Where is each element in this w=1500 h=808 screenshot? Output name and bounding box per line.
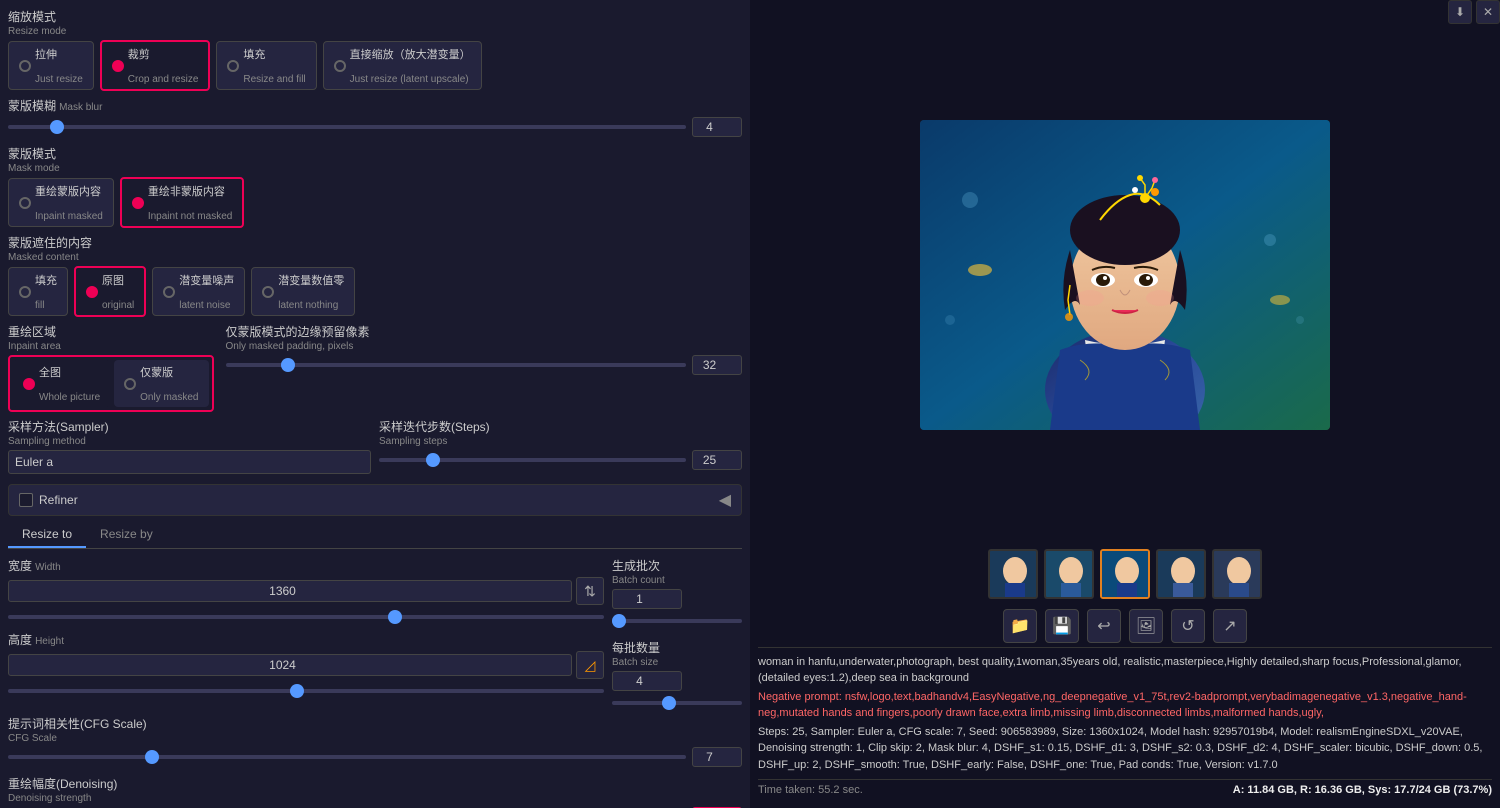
- batch-size-input[interactable]: [612, 671, 682, 691]
- tab-resize-by[interactable]: Resize by: [86, 522, 167, 548]
- width-slider[interactable]: [8, 615, 604, 619]
- resize-just-btn[interactable]: 拉伸Just resize: [8, 41, 94, 90]
- denoising-info: Denoising strength: 1, Clip skip: 2, Mas…: [758, 740, 1492, 757]
- denoising-label: 重绘幅度(Denoising) Denoising strength: [8, 775, 742, 804]
- cfg-scale-input[interactable]: [692, 747, 742, 767]
- thumb-3[interactable]: [1100, 549, 1150, 599]
- batch-count-label: 生成批次 Batch count: [612, 557, 742, 586]
- swap-wh-btn[interactable]: ⇅: [576, 577, 604, 605]
- height-label: 高度 Height: [8, 631, 604, 648]
- resize-mode-row: 拉伸Just resize 裁剪Crop and resize 填充Resize…: [8, 40, 742, 91]
- fill-radio: [19, 286, 31, 298]
- batch-size-label: 每批数量 Batch size: [612, 639, 742, 668]
- folder-icon-btn[interactable]: 📁: [1003, 609, 1037, 643]
- cfg-scale-label: 提示词相关性(CFG Scale) CFG Scale: [8, 715, 742, 744]
- mask-blur-slider[interactable]: [8, 125, 686, 129]
- mem-info: A: 11.84 GB, R: 16.36 GB, Sys: 17.7/24 G…: [1233, 784, 1492, 796]
- only-masked-radio: [124, 378, 136, 390]
- latent-noise-radio: [163, 286, 175, 298]
- resize-tabs: Resize to Resize by: [8, 522, 742, 549]
- mask-blur-label: 蒙版模糊 Mask blur: [8, 97, 742, 114]
- thumb-1[interactable]: [988, 549, 1038, 599]
- resize-latent-btn[interactable]: 直接缩放（放大潜变量）Just resize (latent upscale): [323, 41, 482, 90]
- refiner-checkbox[interactable]: [19, 493, 33, 507]
- rotate-icon-btn[interactable]: ↩: [1087, 609, 1121, 643]
- batch-count-slider[interactable]: [612, 619, 742, 623]
- image-area: [758, 8, 1492, 543]
- thumb-5[interactable]: [1212, 549, 1262, 599]
- batch-size-slider[interactable]: [612, 701, 742, 705]
- thumbnails-row: [758, 543, 1492, 605]
- cfg-scale-row: [8, 747, 742, 767]
- arrow-icon-btn[interactable]: ↗: [1213, 609, 1247, 643]
- right-panel: ⬇ ✕: [750, 0, 1500, 808]
- inpaint-not-masked-btn[interactable]: 重绘非蒙版内容Inpaint not masked: [120, 177, 245, 228]
- resize-fill-btn[interactable]: 填充Resize and fill: [216, 41, 316, 90]
- width-input[interactable]: [8, 580, 572, 602]
- original-btn[interactable]: 原图original: [74, 266, 146, 317]
- thumb-4[interactable]: [1156, 549, 1206, 599]
- latent-noise-btn[interactable]: 潜变量噪声latent noise: [152, 267, 245, 316]
- mask-blur-row: 4: [8, 117, 742, 137]
- left-panel: 缩放模式 Resize mode 拉伸Just resize 裁剪Crop an…: [0, 0, 750, 808]
- resize-just-radio: [19, 60, 31, 72]
- info-text: woman in hanfu,underwater,photograph, be…: [758, 647, 1492, 780]
- mask-mode-label: 蒙版模式 Mask mode: [8, 145, 742, 174]
- inpaint-area-box: 全图Whole picture 仅蒙版Only masked: [8, 355, 214, 412]
- only-masked-btn[interactable]: 仅蒙版Only masked: [114, 360, 208, 407]
- masked-content-row: 填充fill 原图original 潜变量噪声latent noise 潜变量数…: [8, 266, 742, 317]
- whole-picture-radio: [23, 378, 35, 390]
- inpaint-not-masked-radio: [132, 197, 144, 209]
- height-input[interactable]: [8, 654, 572, 676]
- refresh-icon-btn[interactable]: ↺: [1171, 609, 1205, 643]
- original-radio: [86, 286, 98, 298]
- latent-nothing-btn[interactable]: 潜变量数值零latent nothing: [251, 267, 355, 316]
- only-masked-padding-row: [226, 355, 743, 375]
- steps-info: Steps: 25, Sampler: Euler a, CFG scale: …: [758, 724, 1492, 741]
- image-icon-btn[interactable]: 🖼: [1129, 609, 1163, 643]
- inpaint-masked-btn[interactable]: 重绘蒙版内容Inpaint masked: [8, 178, 114, 227]
- resize-fill-radio: [227, 60, 239, 72]
- mask-blur-slider-container: [8, 119, 686, 135]
- prompt-text: woman in hanfu,underwater,photograph, be…: [758, 654, 1492, 687]
- inpaint-masked-radio: [19, 197, 31, 209]
- whole-picture-btn[interactable]: 全图Whole picture: [13, 360, 110, 407]
- negative-prompt-text: Negative prompt: nsfw,logo,text,badhandv…: [758, 689, 1492, 722]
- status-bar: Time taken: 55.2 sec. A: 11.84 GB, R: 16…: [758, 779, 1492, 800]
- copy-icon-btn[interactable]: 💾: [1045, 609, 1079, 643]
- latent-nothing-radio: [262, 286, 274, 298]
- mask-mode-row: 重绘蒙版内容Inpaint masked 重绘非蒙版内容Inpaint not …: [8, 177, 742, 228]
- main-image: [920, 120, 1330, 430]
- resize-mode-label: 缩放模式 Resize mode: [8, 8, 742, 37]
- sampling-steps-label: 采样迭代步数(Steps) Sampling steps: [379, 418, 742, 447]
- sampler-select[interactable]: Euler a: [8, 450, 371, 474]
- dshf-info: DSHF_up: 2, DSHF_smooth: True, DSHF_earl…: [758, 757, 1492, 774]
- masked-content-label: 蒙版遮住的内容 Masked content: [8, 234, 742, 263]
- resize-crop-btn[interactable]: 裁剪Crop and resize: [100, 40, 211, 91]
- width-label: 宽度 Width: [8, 557, 604, 574]
- refiner-label: Refiner: [39, 493, 78, 507]
- resize-latent-radio: [334, 60, 346, 72]
- mask-blur-input[interactable]: 4: [692, 117, 742, 137]
- refiner-arrow[interactable]: ◀: [719, 490, 731, 510]
- inpaint-area-label: 重绘区域 Inpaint area: [8, 323, 214, 352]
- sampling-steps-slider[interactable]: [379, 458, 686, 462]
- aspect-ratio-btn[interactable]: ◿: [576, 651, 604, 679]
- refiner-row: Refiner ◀: [8, 484, 742, 516]
- only-masked-padding-slider[interactable]: [226, 363, 687, 367]
- sampling-method-label: 采样方法(Sampler) Sampling method: [8, 418, 371, 447]
- height-slider[interactable]: [8, 689, 604, 693]
- cfg-scale-slider[interactable]: [8, 755, 686, 759]
- sampling-steps-input[interactable]: [692, 450, 742, 470]
- fill-btn[interactable]: 填充fill: [8, 267, 68, 316]
- resize-crop-radio: [112, 60, 124, 72]
- tool-icons-row: 📁 💾 ↩ 🖼 ↺ ↗: [758, 605, 1492, 647]
- thumb-2[interactable]: [1044, 549, 1094, 599]
- main-image-svg: [920, 120, 1330, 430]
- time-taken: Time taken: 55.2 sec.: [758, 784, 863, 796]
- only-masked-padding-label: 仅蒙版模式的边缘预留像素 Only masked padding, pixels: [226, 323, 743, 352]
- tab-resize-to[interactable]: Resize to: [8, 522, 86, 548]
- batch-count-input[interactable]: [612, 589, 682, 609]
- only-masked-padding-input[interactable]: [692, 355, 742, 375]
